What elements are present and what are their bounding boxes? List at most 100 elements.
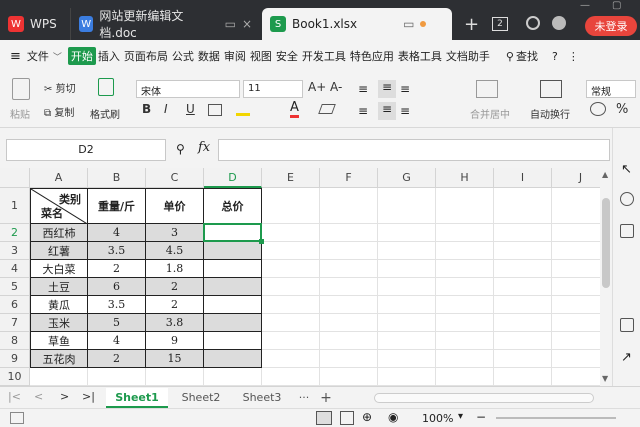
horizontal-scrollbar[interactable] [374, 393, 594, 403]
empty-cell[interactable] [436, 242, 494, 260]
name-box[interactable]: D2 [6, 139, 166, 161]
maximize-icon[interactable]: ▢ [612, 0, 621, 11]
dish-name-cell[interactable]: 大白菜 [30, 260, 88, 278]
empty-cell[interactable] [552, 260, 600, 278]
menu-home[interactable]: 开始 [67, 47, 96, 65]
empty-cell[interactable] [320, 368, 378, 386]
sheet-tab-3[interactable]: Sheet3 [234, 388, 290, 408]
data-cell[interactable]: 2 [146, 296, 204, 314]
column-title[interactable]: 单价 [146, 188, 204, 224]
empty-cell[interactable] [262, 188, 320, 224]
empty-cell[interactable] [262, 332, 320, 350]
empty-cell[interactable] [262, 224, 320, 242]
scroll-up-icon[interactable]: ▲ [602, 170, 608, 179]
empty-cell[interactable] [494, 368, 552, 386]
empty-cell[interactable] [378, 332, 436, 350]
empty-cell[interactable] [320, 296, 378, 314]
dish-name-cell[interactable]: 西红柿 [30, 224, 88, 242]
search-button[interactable]: 查找 [514, 48, 540, 64]
empty-cell[interactable] [552, 242, 600, 260]
fill-color-icon[interactable] [236, 104, 250, 116]
data-cell[interactable]: 3.8 [146, 314, 204, 332]
column-header-h[interactable]: H [436, 168, 494, 188]
fill-handle[interactable] [259, 239, 264, 244]
data-cell[interactable]: 2 [88, 260, 146, 278]
image-icon[interactable] [620, 318, 634, 332]
underline-button[interactable]: U [186, 102, 195, 116]
data-cell[interactable]: 4 [88, 224, 146, 242]
empty-cell[interactable] [262, 368, 320, 386]
last-sheet-icon[interactable]: >| [82, 390, 95, 403]
empty-cell[interactable] [320, 242, 378, 260]
empty-cell[interactable] [262, 314, 320, 332]
empty-cell[interactable] [494, 314, 552, 332]
menu-formulas[interactable]: 公式 [170, 48, 196, 64]
minimize-icon[interactable]: — [580, 0, 590, 11]
dish-name-cell[interactable]: 玉米 [30, 314, 88, 332]
menu-doc-assistant[interactable]: 文档助手 [444, 48, 492, 64]
select-all-corner[interactable] [0, 168, 30, 188]
empty-cell[interactable] [262, 296, 320, 314]
cell-a1-diagonal-header[interactable]: 类别 菜名 [30, 188, 89, 225]
data-cell[interactable] [204, 260, 262, 278]
column-header-i[interactable]: I [494, 168, 552, 188]
grow-font-button[interactable]: A+ [308, 80, 326, 94]
empty-cell[interactable] [88, 368, 146, 386]
empty-cell[interactable] [494, 332, 552, 350]
shrink-font-button[interactable]: A- [330, 80, 342, 94]
data-cell[interactable] [204, 296, 262, 314]
bold-button[interactable]: B [142, 102, 151, 116]
empty-cell[interactable] [320, 314, 378, 332]
merge-cells-icon[interactable] [476, 80, 498, 98]
empty-cell[interactable] [262, 278, 320, 296]
vertical-scrollbar[interactable]: ▲ ▼ [600, 168, 612, 386]
merge-center-button[interactable]: 合并居中 [470, 106, 510, 121]
scroll-down-icon[interactable]: ▼ [602, 374, 608, 383]
column-header-b[interactable]: B [88, 168, 146, 188]
row-header-1[interactable]: 1 [0, 188, 30, 224]
normal-view-icon[interactable] [316, 411, 332, 425]
hamburger-icon[interactable]: ≡ [10, 49, 21, 64]
row-header-10[interactable]: 10 [0, 368, 30, 386]
empty-cell[interactable] [552, 332, 600, 350]
empty-cell[interactable] [552, 368, 600, 386]
empty-cell[interactable] [552, 314, 600, 332]
page-layout-view-icon[interactable]: ⊕ [362, 410, 372, 424]
menu-file[interactable]: 文件 [25, 48, 51, 64]
row-header-4[interactable]: 4 [0, 260, 30, 278]
paste-label[interactable]: 粘贴 [10, 106, 30, 121]
align-right-icon[interactable]: ≡ [400, 104, 410, 118]
zoom-dropdown-icon[interactable]: ▾ [458, 411, 463, 422]
column-header-g[interactable]: G [378, 168, 436, 188]
empty-cell[interactable] [262, 260, 320, 278]
menu-security[interactable]: 安全 [274, 48, 300, 64]
column-header-d[interactable]: D [204, 168, 262, 188]
data-cell[interactable] [204, 350, 262, 368]
empty-cell[interactable] [378, 368, 436, 386]
more-sheets-button[interactable]: ··· [292, 388, 316, 408]
zoom-slider[interactable] [496, 417, 616, 419]
data-cell[interactable] [204, 242, 262, 260]
zoom-level[interactable]: 100% [422, 412, 453, 425]
menu-insert[interactable]: 插入 [96, 48, 122, 64]
dish-name-cell[interactable]: 土豆 [30, 278, 88, 296]
currency-icon[interactable] [590, 102, 606, 116]
data-cell[interactable]: 3 [146, 224, 204, 242]
row-header-8[interactable]: 8 [0, 332, 30, 350]
empty-cell[interactable] [262, 350, 320, 368]
menu-page-layout[interactable]: 页面布局 [122, 48, 170, 64]
monitor-icon[interactable]: ▭ [403, 17, 414, 31]
empty-cell[interactable] [436, 368, 494, 386]
empty-cell[interactable] [378, 188, 436, 224]
column-header-f[interactable]: F [320, 168, 378, 188]
tab-document[interactable]: W 网站更新编辑文档.doc ▭ × [70, 8, 260, 40]
align-center-icon[interactable]: ≡ [378, 102, 396, 120]
tab-spreadsheet[interactable]: S Book1.xlsx ▭ [262, 8, 452, 40]
add-sheet-button[interactable]: + [316, 388, 336, 408]
wrap-text-icon[interactable] [540, 80, 562, 98]
empty-cell[interactable] [320, 278, 378, 296]
data-cell[interactable] [204, 278, 262, 296]
empty-cell[interactable] [436, 188, 494, 224]
data-cell[interactable]: 4.5 [146, 242, 204, 260]
empty-cell[interactable] [320, 188, 378, 224]
